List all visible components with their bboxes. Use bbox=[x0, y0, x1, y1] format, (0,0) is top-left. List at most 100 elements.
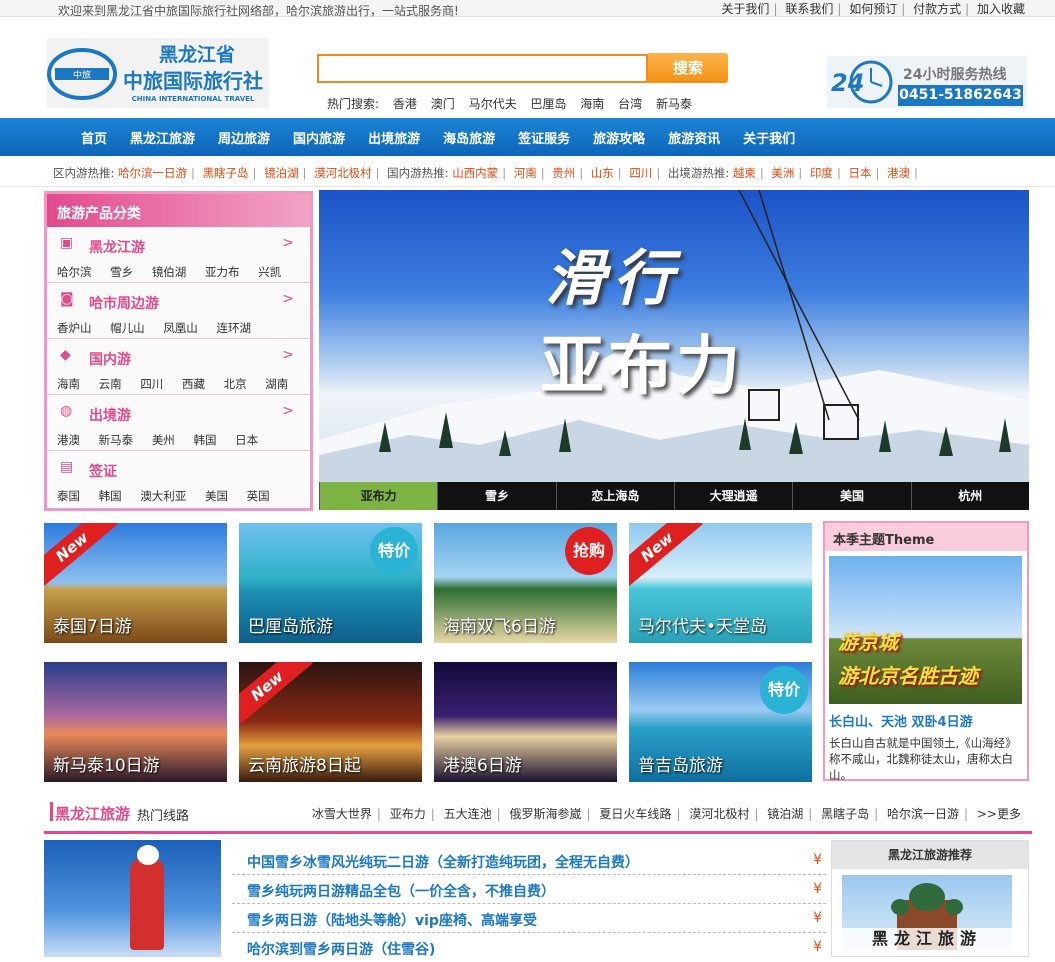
site-logo[interactable]: 中旅 黑龙江省 中旅国际旅行社 CHINA INTERNATIONAL TRAV… bbox=[47, 38, 269, 108]
sidebar-sub-link[interactable]: 哈尔滨 bbox=[57, 265, 92, 279]
sidebar-sub-link[interactable]: 云南 bbox=[99, 377, 122, 391]
sidebar-sub-link[interactable]: 四川 bbox=[140, 377, 163, 391]
sidebar-cat-title[interactable]: 出境游 bbox=[89, 405, 131, 425]
rec-link[interactable]: 印度 bbox=[810, 166, 833, 180]
tour-card-maldives[interactable]: New 马尔代夫•天堂岛 bbox=[629, 523, 812, 643]
tour-caption[interactable]: 马尔代夫•天堂岛 bbox=[638, 612, 767, 637]
sidebar-sub-link[interactable]: 兴凯 bbox=[258, 265, 281, 279]
sidebar-sub-link[interactable]: 澳大利亚 bbox=[140, 489, 186, 503]
sidebar-sub-link[interactable]: 美国 bbox=[205, 489, 228, 503]
route-title[interactable]: 雪乡纯玩两日游精品全包（一价全含，不推自费） bbox=[247, 881, 555, 901]
hot-search-link[interactable]: 马尔代夫 bbox=[469, 97, 517, 111]
tour-caption[interactable]: 海南双飞6日游 bbox=[443, 612, 556, 637]
banner-tab-dali[interactable]: 大理逍遥 bbox=[673, 482, 793, 510]
hot-search-link[interactable]: 台湾 bbox=[618, 97, 642, 111]
tour-caption[interactable]: 新马泰10日游 bbox=[53, 751, 160, 776]
sidebar-cat-title[interactable]: 国内游 bbox=[89, 349, 131, 369]
sidebar-cat-title[interactable]: 签证 bbox=[89, 461, 117, 481]
route-title[interactable]: 哈尔滨到雪乡两日游（住雪谷) bbox=[247, 939, 435, 959]
rec-link[interactable]: 山东 bbox=[591, 166, 614, 180]
top-link-about[interactable]: 关于我们 bbox=[721, 2, 769, 16]
sidebar-cat-nearby[interactable]: ◙ 哈市周边游 > 香炉山 帽儿山 凤凰山 连环湖 bbox=[47, 283, 310, 339]
sidebar-cat-domestic[interactable]: ◆ 国内游 > 海南 云南 四川 西藏 北京 湖南 bbox=[47, 339, 310, 395]
tour-card-bali[interactable]: 特价 巴厘岛旅游 bbox=[239, 523, 422, 643]
section-link[interactable]: 亚布力 bbox=[390, 807, 426, 821]
top-link-bookmark[interactable]: 加入收藏 bbox=[977, 2, 1025, 16]
hot-search-link[interactable]: 巴厘岛 bbox=[530, 97, 566, 111]
chevron-right-icon[interactable]: > bbox=[282, 403, 294, 419]
nav-item-guides[interactable]: 旅游攻略 bbox=[593, 128, 645, 147]
route-row[interactable]: 中国雪乡冰雪风光纯玩二日游（全新打造纯玩团，全程无自费） ¥ bbox=[232, 847, 826, 875]
sidebar-sub-link[interactable]: 帽儿山 bbox=[110, 321, 145, 335]
sidebar-sub-link[interactable]: 海南 bbox=[57, 377, 80, 391]
sidebar-sub-link[interactable]: 凤凰山 bbox=[163, 321, 198, 335]
nav-item-nearby[interactable]: 周边旅游 bbox=[218, 128, 270, 147]
rec-link[interactable]: 四川 bbox=[629, 166, 652, 180]
top-link-contact[interactable]: 联系我们 bbox=[785, 2, 833, 16]
sidebar-cat-visa[interactable]: ▤ 签证 泰国 韩国 澳大利亚 美国 英国 bbox=[47, 451, 310, 507]
route-title[interactable]: 雪乡两日游（陆地头等舱）vip座椅、高端享受 bbox=[247, 910, 537, 930]
section-link[interactable]: 冰雪大世界 bbox=[312, 807, 372, 821]
route-row[interactable]: 雪乡两日游（陆地头等舱）vip座椅、高端享受 ¥ bbox=[232, 905, 826, 933]
rec-link[interactable]: 哈尔滨一日游 bbox=[118, 166, 187, 180]
hot-search-link[interactable]: 海南 bbox=[580, 97, 604, 111]
top-link-payment[interactable]: 付款方式 bbox=[913, 2, 961, 16]
sidebar-sub-link[interactable]: 日本 bbox=[235, 433, 258, 447]
nav-item-visa[interactable]: 签证服务 bbox=[518, 128, 570, 147]
section-link[interactable]: 黑瞎子岛 bbox=[821, 807, 869, 821]
hot-search-link[interactable]: 香港 bbox=[393, 97, 417, 111]
nav-item-heilongjiang[interactable]: 黑龙江旅游 bbox=[130, 128, 195, 147]
sidebar-sub-link[interactable]: 雪乡 bbox=[110, 265, 133, 279]
section-link[interactable]: 五大连池 bbox=[444, 807, 492, 821]
nav-item-domestic[interactable]: 国内旅游 bbox=[293, 128, 345, 147]
sidebar-sub-link[interactable]: 港澳 bbox=[57, 433, 80, 447]
chevron-right-icon[interactable]: > bbox=[282, 347, 294, 363]
rec-link[interactable]: 山西内蒙 bbox=[452, 166, 498, 180]
section-link[interactable]: 夏日火车线路 bbox=[599, 807, 671, 821]
rec-link[interactable]: 镜泊湖 bbox=[264, 166, 299, 180]
sidebar-cat-title[interactable]: 黑龙江游 bbox=[89, 237, 145, 257]
rec-link[interactable]: 日本 bbox=[848, 166, 871, 180]
search-input[interactable] bbox=[317, 54, 648, 83]
rec-link[interactable]: 港澳 bbox=[887, 166, 910, 180]
section-link[interactable]: 哈尔滨一日游 bbox=[887, 807, 959, 821]
banner-tab-hangzhou[interactable]: 杭州 bbox=[910, 482, 1029, 510]
banner-tab-xuexiang[interactable]: 雪乡 bbox=[437, 482, 556, 510]
tour-card-hkmacau[interactable]: 港澳6日游 bbox=[434, 662, 617, 782]
nav-item-news[interactable]: 旅游资讯 bbox=[668, 128, 720, 147]
sidebar-sub-link[interactable]: 新马泰 bbox=[99, 433, 134, 447]
search-button[interactable]: 搜索 bbox=[648, 53, 728, 83]
more-link[interactable]: >>更多 bbox=[977, 807, 1021, 821]
tour-caption[interactable]: 港澳6日游 bbox=[443, 751, 522, 776]
sidebar-cat-title[interactable]: 哈市周边游 bbox=[89, 293, 159, 313]
sidebar-sub-link[interactable]: 亚力布 bbox=[205, 265, 240, 279]
nav-item-abroad[interactable]: 出境旅游 bbox=[368, 128, 420, 147]
route-title[interactable]: 中国雪乡冰雪风光纯玩二日游（全新打造纯玩团，全程无自费） bbox=[247, 852, 639, 872]
sidebar-sub-link[interactable]: 韩国 bbox=[99, 489, 122, 503]
rec-link[interactable]: 漠河北极村 bbox=[314, 166, 372, 180]
sidebar-sub-link[interactable]: 美州 bbox=[152, 433, 175, 447]
sidebar-sub-link[interactable]: 香炉山 bbox=[57, 321, 92, 335]
tour-caption[interactable]: 云南旅游8日起 bbox=[248, 751, 361, 776]
route-row[interactable]: 雪乡纯玩两日游精品全包（一价全含，不推自费） ¥ bbox=[232, 876, 826, 904]
nav-item-home[interactable]: 首页 bbox=[81, 128, 107, 147]
chevron-right-icon[interactable]: > bbox=[282, 235, 294, 251]
rec-link[interactable]: 河南 bbox=[514, 166, 537, 180]
theme-tour-title[interactable]: 长白山、天池 双卧4日游 bbox=[829, 711, 973, 730]
tour-card-xinmatai[interactable]: 新马泰10日游 bbox=[44, 662, 227, 782]
rec-link[interactable]: 黑瞎子岛 bbox=[203, 166, 249, 180]
nav-item-about[interactable]: 关于我们 bbox=[743, 128, 795, 147]
sidebar-sub-link[interactable]: 西藏 bbox=[182, 377, 205, 391]
rec-link[interactable]: 美洲 bbox=[771, 166, 794, 180]
sidebar-sub-link[interactable]: 连环湖 bbox=[216, 321, 251, 335]
section-link[interactable]: 镜泊湖 bbox=[767, 807, 803, 821]
sidebar-sub-link[interactable]: 泰国 bbox=[57, 489, 80, 503]
top-link-howto[interactable]: 如何预订 bbox=[849, 2, 897, 16]
sidebar-cat-heilongjiang[interactable]: ▣ 黑龙江游 > 哈尔滨 雪乡 镜伯湖 亚力布 兴凯 bbox=[47, 227, 310, 283]
tour-card-thailand[interactable]: New 泰国7日游 bbox=[44, 523, 227, 643]
sidebar-sub-link[interactable]: 韩国 bbox=[193, 433, 216, 447]
chevron-right-icon[interactable]: > bbox=[282, 291, 294, 307]
tour-card-yunnan[interactable]: New 云南旅游8日起 bbox=[239, 662, 422, 782]
sidebar-sub-link[interactable]: 英国 bbox=[247, 489, 270, 503]
banner-tab-yabuli[interactable]: 亚布力 bbox=[319, 482, 438, 510]
